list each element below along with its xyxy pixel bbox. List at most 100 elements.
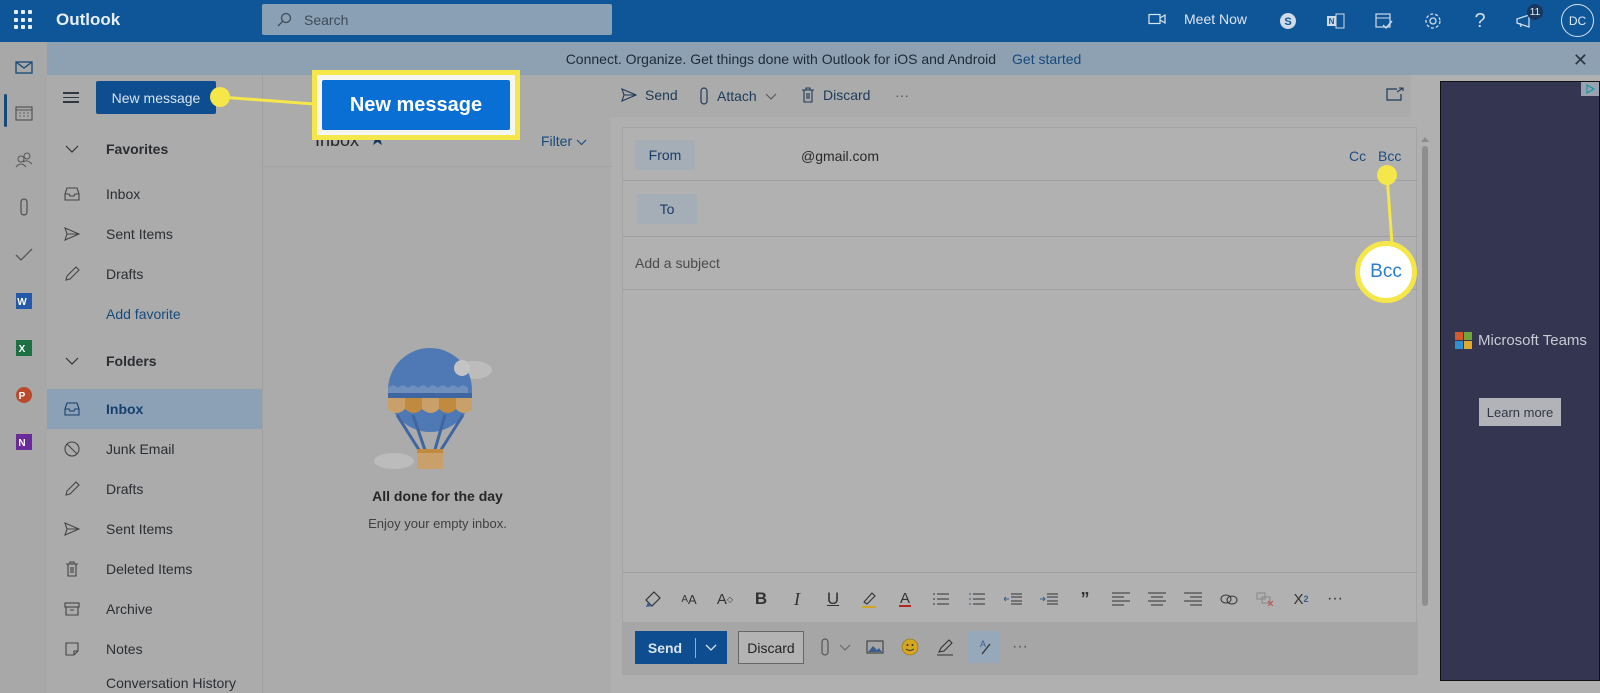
insert-picture-icon[interactable] — [863, 635, 887, 659]
send-button[interactable]: Send — [635, 631, 727, 664]
svg-text:A: A — [900, 590, 910, 607]
onenote-feed-icon[interactable]: N — [1324, 9, 1348, 33]
signature-icon[interactable] — [933, 635, 957, 659]
favorites-item-sent-items[interactable]: Sent Items — [47, 216, 262, 252]
word-icon[interactable]: W — [13, 290, 35, 312]
search-input[interactable]: Search — [262, 4, 612, 35]
folder-item-sent-items[interactable]: Sent Items — [47, 511, 262, 547]
compose-scrollbar[interactable] — [1420, 130, 1430, 675]
link-icon[interactable] — [1217, 587, 1241, 611]
pencil-icon — [63, 265, 81, 283]
people-icon[interactable] — [13, 149, 35, 171]
italic-icon[interactable]: I — [785, 587, 809, 611]
formatting-toolbar: AA A ◇ B I U A ” X2 ··· — [623, 572, 1418, 622]
avatar[interactable]: DC — [1561, 4, 1594, 37]
ad-choices-icon[interactable] — [1581, 82, 1599, 96]
remove-link-icon[interactable] — [1253, 587, 1277, 611]
folder-item-deleted-items[interactable]: Deleted Items — [47, 551, 262, 587]
folder-item-conversation-history[interactable]: Conversation History — [47, 671, 262, 693]
format-painter-icon[interactable] — [641, 587, 665, 611]
folder-item-inbox[interactable]: Inbox — [47, 389, 262, 429]
get-started-link[interactable]: Get started — [1012, 51, 1081, 67]
chevron-down-icon[interactable] — [833, 635, 857, 659]
active-indicator — [4, 94, 7, 127]
increase-font-icon[interactable]: A ◇ — [713, 587, 737, 611]
pop-out-icon[interactable] — [1386, 87, 1404, 101]
bold-icon[interactable]: B — [749, 587, 773, 611]
skype-icon[interactable]: S — [1276, 9, 1300, 33]
discard-command[interactable]: Discard — [801, 87, 870, 103]
chevron-down-icon — [765, 93, 777, 100]
banner-text: Connect. Organize. Get things done with … — [565, 50, 997, 67]
font-color-icon[interactable]: A — [893, 587, 917, 611]
filter-button[interactable]: Filter — [541, 133, 587, 149]
more-options-icon[interactable]: ··· — [1008, 635, 1032, 659]
font-size-icon[interactable]: AA — [677, 587, 701, 611]
calendar-icon[interactable] — [13, 102, 35, 124]
chevron-down-icon[interactable] — [705, 644, 717, 651]
folders-header[interactable]: Folders — [47, 343, 262, 379]
new-message-callout: New message — [312, 70, 520, 140]
numbering-icon[interactable] — [965, 587, 989, 611]
todo-check-icon[interactable] — [13, 243, 35, 265]
increase-indent-icon[interactable] — [1037, 587, 1061, 611]
app-launcher-icon[interactable] — [14, 10, 34, 30]
powerpoint-icon[interactable]: P — [13, 384, 35, 406]
subject-placeholder: Add a subject — [635, 255, 720, 271]
message-body[interactable] — [623, 290, 1418, 572]
quote-icon[interactable]: ” — [1073, 587, 1097, 611]
mail-icon[interactable] — [13, 56, 35, 78]
app-title[interactable]: Outlook — [56, 10, 120, 30]
from-button[interactable]: From — [635, 140, 695, 170]
bullets-icon[interactable] — [929, 587, 953, 611]
video-camera-icon — [1148, 13, 1166, 25]
folder-item-junk-email[interactable]: Junk Email — [47, 431, 262, 467]
hamburger-menu-icon[interactable] — [63, 89, 79, 106]
underline-icon[interactable]: U — [821, 587, 845, 611]
new-message-button[interactable]: New message — [96, 81, 216, 114]
align-left-icon[interactable] — [1109, 587, 1133, 611]
settings-gear-icon[interactable] — [1421, 9, 1445, 33]
meet-now-label: Meet Now — [1184, 11, 1248, 27]
favorites-item-drafts[interactable]: Drafts — [47, 256, 262, 292]
favorites-item-inbox[interactable]: Inbox — [47, 176, 262, 212]
close-icon[interactable]: ✕ — [1573, 50, 1588, 71]
decrease-indent-icon[interactable] — [1001, 587, 1025, 611]
more-formatting-icon[interactable]: ··· — [1323, 587, 1347, 611]
help-icon[interactable]: ? — [1468, 9, 1492, 33]
onenote-icon[interactable]: N — [13, 431, 35, 453]
svg-text:X: X — [19, 344, 26, 355]
folder-item-notes[interactable]: Notes — [47, 631, 262, 667]
archive-icon — [63, 600, 81, 618]
favorites-header[interactable]: Favorites — [47, 131, 262, 167]
to-row[interactable]: To — [623, 181, 1418, 237]
advertisement[interactable]: Microsoft Teams Learn more — [1440, 81, 1600, 681]
superscript-icon[interactable]: X2 — [1289, 587, 1313, 611]
folder-item-drafts[interactable]: Drafts — [47, 471, 262, 507]
paperclip-icon[interactable] — [13, 196, 35, 218]
svg-text:W: W — [17, 297, 27, 308]
align-right-icon[interactable] — [1181, 587, 1205, 611]
cc-button[interactable]: Cc — [1349, 148, 1366, 164]
my-day-icon[interactable] — [1372, 9, 1396, 33]
editor-icon[interactable]: A — [968, 631, 1000, 663]
send-command[interactable]: Send — [621, 87, 678, 103]
align-center-icon[interactable] — [1145, 587, 1169, 611]
blocked-icon — [63, 440, 81, 458]
excel-icon[interactable]: X — [13, 337, 35, 359]
svg-text:N: N — [18, 438, 25, 449]
to-button[interactable]: To — [637, 194, 697, 224]
add-favorite-link[interactable]: Add favorite — [47, 296, 262, 332]
trash-icon — [63, 560, 81, 578]
bcc-button[interactable]: Bcc — [1378, 148, 1401, 164]
folder-item-archive[interactable]: Archive — [47, 591, 262, 627]
subject-field[interactable]: Add a subject — [623, 237, 1418, 290]
more-options-button[interactable]: ··· — [895, 87, 909, 103]
send-icon — [621, 88, 637, 102]
learn-more-button[interactable]: Learn more — [1479, 398, 1561, 426]
discard-button[interactable]: Discard — [738, 631, 804, 664]
meet-now-button[interactable]: Meet Now — [1148, 11, 1247, 27]
attach-command[interactable]: Attach — [699, 87, 777, 105]
highlight-icon[interactable] — [857, 587, 881, 611]
emoji-icon[interactable] — [898, 635, 922, 659]
